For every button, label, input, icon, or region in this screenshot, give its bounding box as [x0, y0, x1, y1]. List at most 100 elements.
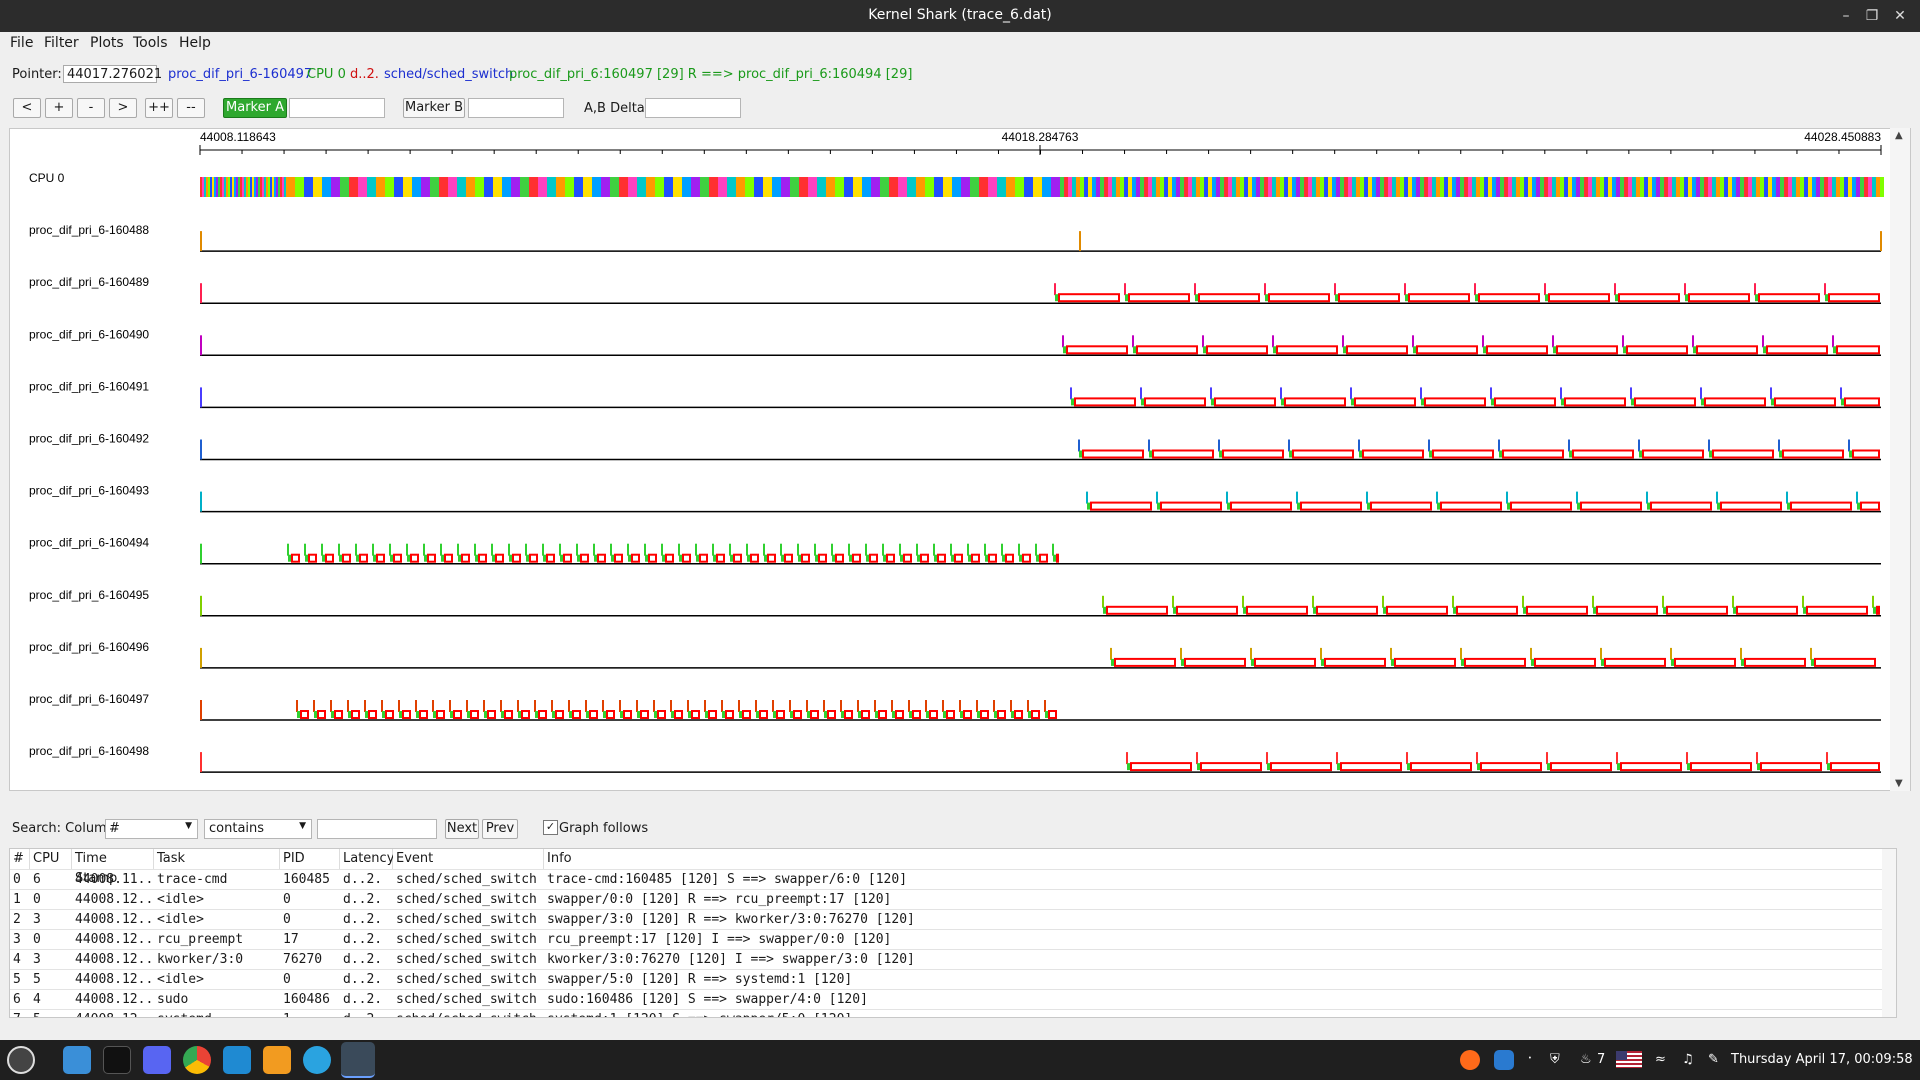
task-wait-box [623, 710, 632, 719]
cpu-bar-segment [1124, 177, 1128, 197]
minimize-icon[interactable]: – [1836, 6, 1856, 26]
cpu-bar-segment [1006, 177, 1015, 197]
chrome-icon[interactable] [183, 1046, 211, 1074]
zoom-in-button[interactable]: + [45, 98, 73, 118]
header-timestamp[interactable]: Time Stamp [72, 849, 154, 886]
menu-help[interactable]: Help [179, 35, 211, 51]
scroll-left-button[interactable]: < [13, 98, 41, 118]
header-info[interactable]: Info [544, 849, 1896, 869]
cpu-bar-segment [1200, 177, 1204, 197]
task-wait-box [818, 553, 827, 563]
scroll-up-icon[interactable]: ▲ [1895, 130, 1903, 141]
task-wait-box [1114, 657, 1176, 667]
clock[interactable]: Thursday April 17, 00:09:58 [1731, 1052, 1913, 1067]
cell-latency: d..2. [343, 972, 383, 987]
task-wait-box [776, 710, 785, 719]
marker-a-button[interactable]: Marker A [223, 98, 287, 118]
graph-area[interactable]: 44008.118643 44018.284763 44028.450883 CPU … [9, 128, 1911, 791]
cell-index: 4 [13, 952, 21, 967]
zoom-out-button[interactable]: - [77, 98, 105, 118]
scroll-right-button[interactable]: > [109, 98, 137, 118]
files-icon[interactable] [63, 1046, 91, 1074]
table-row[interactable]: 5 5 44008.12... <idle> 0 d..2. sched/sched_swi… [10, 969, 1896, 990]
cell-index: 3 [13, 932, 21, 947]
cpu-bar-segment [1140, 177, 1144, 197]
table-row[interactable]: 2 3 44008.12... <idle> 0 d..2. sched/sched_swi… [10, 909, 1896, 930]
task-wait-box [546, 553, 555, 563]
table-row[interactable]: 6 4 44008.12... sudo 160486 d..2. sched/sched_… [10, 989, 1896, 1010]
flag-icon[interactable] [1616, 1051, 1642, 1068]
graph-follows-checkbox[interactable]: ✓ [543, 820, 558, 835]
next-button[interactable]: Next [445, 819, 479, 839]
cpu-bar-segment [745, 177, 754, 197]
cpu-bar-segment [254, 177, 256, 197]
cpu-bar-segment [601, 177, 610, 197]
pointer-value[interactable]: 44017.276021 [63, 65, 162, 83]
menu-file[interactable]: File [10, 35, 33, 51]
header-event[interactable]: Event [393, 849, 544, 869]
menu-filter[interactable]: Filter [44, 35, 79, 51]
menu-plots[interactable]: Plots [90, 35, 124, 51]
task-wait-box [1736, 605, 1798, 615]
marker-a-field[interactable] [289, 98, 385, 118]
delta-field[interactable] [645, 98, 741, 118]
zoom-min-button[interactable]: -- [177, 98, 205, 118]
tray-app-icon[interactable] [1460, 1050, 1480, 1070]
telegram-icon[interactable] [303, 1046, 331, 1074]
header-pid[interactable]: PID [280, 849, 340, 869]
table-scrollbar[interactable] [1882, 849, 1896, 1017]
graph-scrollbar[interactable]: ▲ ▼ [1890, 128, 1910, 791]
tray-screen-icon[interactable] [1494, 1050, 1514, 1070]
trace-graph[interactable]: 44008.118643 44018.284763 44028.450883 CPU … [10, 129, 1890, 790]
cpu-bar-segment [295, 177, 304, 197]
cpu-bar-segment [1604, 177, 1608, 197]
table-row[interactable]: 0 6 44008.11... trace-cmd 160485 d..2. sched/s… [10, 869, 1896, 890]
cpu-bar-segment [853, 177, 862, 197]
discord-icon[interactable] [143, 1046, 171, 1074]
scroll-down-icon[interactable]: ▼ [1895, 778, 1903, 789]
kernelshark-icon[interactable] [341, 1042, 375, 1078]
cpu-bar-segment [637, 177, 646, 197]
table-row[interactable]: 3 0 44008.12... rcu_preempt 17 d..2. sched/sch… [10, 929, 1896, 950]
cpu-bar-segment [1348, 177, 1352, 197]
title-bar: Kernel Shark (trace_6.dat) – ❐ ✕ [0, 0, 1920, 32]
menu-icon[interactable] [7, 1046, 35, 1074]
clipboard-icon[interactable]: ✎ [1708, 1052, 1719, 1067]
task-wait-box [1176, 605, 1238, 615]
cpu-bar-segment [1232, 177, 1236, 197]
header-cpu[interactable]: CPU [30, 849, 72, 869]
prev-button[interactable]: Prev [482, 819, 518, 839]
close-icon[interactable]: ✕ [1890, 6, 1910, 26]
task-wait-box [1058, 293, 1120, 303]
volume-icon[interactable]: ♫ [1682, 1052, 1694, 1067]
sublime-icon[interactable] [263, 1046, 291, 1074]
shield-icon[interactable]: ⛨ [1550, 1052, 1560, 1067]
wifi-icon[interactable]: ≈ [1655, 1052, 1666, 1067]
cpu-bar-segment [208, 177, 210, 197]
maximize-icon[interactable]: ❐ [1862, 6, 1882, 26]
terminal-icon[interactable] [103, 1046, 131, 1074]
search-mode-select[interactable]: contains ▼ [204, 819, 312, 839]
search-column-select[interactable]: # ▼ [105, 819, 198, 839]
marker-b-button[interactable]: Marker B [403, 98, 465, 118]
cpu-bar-segment [799, 177, 808, 197]
table-row[interactable]: 4 3 44008.12... kworker/3:0 76270 d..2. sched/… [10, 949, 1896, 970]
header-latency[interactable]: Latency [340, 849, 394, 869]
cpu-bar-segment [1368, 177, 1372, 197]
header-task[interactable]: Task [154, 849, 280, 869]
zoom-max-button[interactable]: ++ [145, 98, 173, 118]
table-row[interactable]: 7544008.12...systemd1d..2.sched/sched_sw… [10, 1009, 1896, 1017]
search-input[interactable] [317, 819, 437, 839]
task-wait-box [929, 710, 938, 719]
bluetooth-icon[interactable]: ᛫ [1526, 1052, 1534, 1067]
cell-info: swapper/3:0 [120] R ==> kworker/3:0:7627… [547, 912, 915, 927]
table-row[interactable]: 1 0 44008.12... <idle> 0 d..2. sched/sched_swi… [10, 889, 1896, 910]
vscode-icon[interactable] [223, 1046, 251, 1074]
task-wait-box [1712, 449, 1774, 459]
marker-b-field[interactable] [468, 98, 564, 118]
notifications-icon[interactable]: ♨ [1580, 1052, 1592, 1067]
header-index[interactable]: # [10, 849, 30, 869]
cell-info: swapper/0:0 [120] R ==> rcu_preempt:17 [… [547, 892, 892, 907]
menu-tools[interactable]: Tools [133, 35, 168, 51]
cpu-bar-segment [1584, 177, 1588, 197]
